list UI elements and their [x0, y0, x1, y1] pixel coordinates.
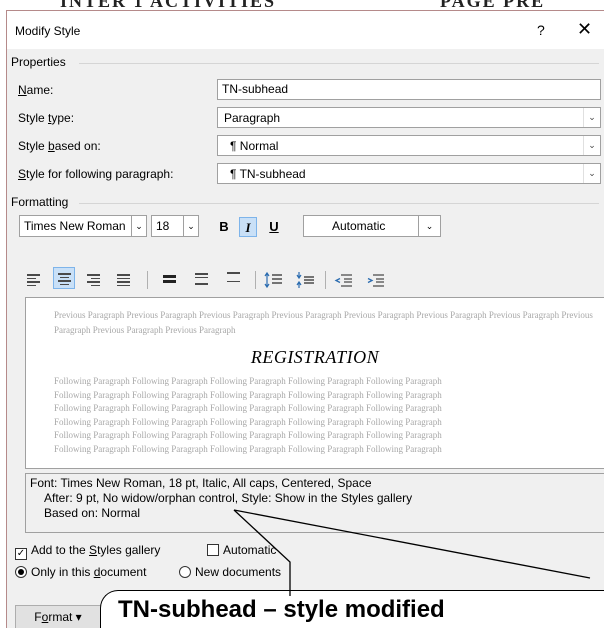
callout-pointer — [233, 509, 591, 596]
